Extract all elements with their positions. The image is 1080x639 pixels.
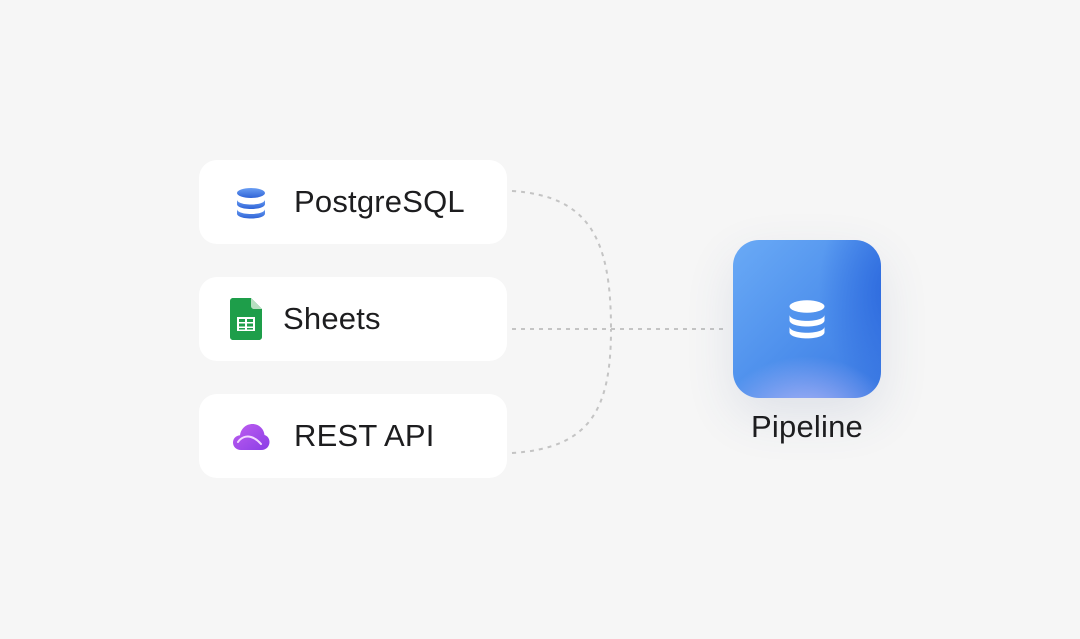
cloud-icon: [232, 420, 270, 452]
database-icon: [787, 299, 827, 339]
connector-lines: [511, 190, 728, 454]
source-card-sheets[interactable]: Sheets: [199, 277, 507, 361]
pipeline-label: Pipeline: [751, 409, 863, 444]
pipeline-node[interactable]: [733, 240, 881, 398]
source-label: Sheets: [283, 301, 381, 336]
source-card-rest-api[interactable]: REST API: [199, 394, 507, 478]
source-label: PostgreSQL: [294, 184, 465, 219]
source-label: REST API: [294, 418, 435, 453]
google-sheets-icon: [230, 298, 262, 340]
connector-rest-api: [511, 328, 612, 454]
connector-postgresql: [511, 190, 612, 330]
source-card-postgresql[interactable]: PostgreSQL: [199, 160, 507, 244]
diagram-canvas: PostgreSQL Sheets REST API Pipeline: [0, 0, 1080, 639]
database-icon: [235, 187, 267, 219]
